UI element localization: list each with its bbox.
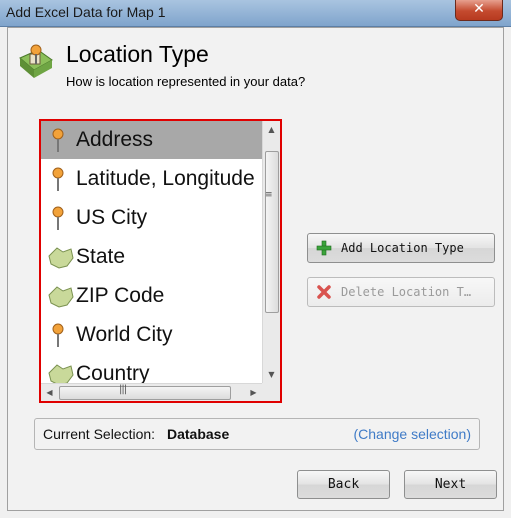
list-item-label: World City [76,323,173,346]
next-button[interactable]: Next [404,470,497,499]
close-icon: ✕ [473,1,485,17]
current-selection-panel: Current Selection: Database (Change sele… [34,418,480,450]
map-icon [19,44,53,78]
pushpin-icon [47,127,75,155]
region-icon [47,283,75,311]
page-subtitle: How is location represented in your data… [66,74,306,89]
horizontal-scrollbar[interactable]: ◀ ||| ▶ [41,383,262,401]
change-selection-link[interactable]: (Change selection) [353,426,471,442]
region-icon [47,361,75,383]
region-icon [47,244,75,272]
plus-icon [316,240,332,256]
list-item-label: US City [76,206,148,229]
list-item[interactable]: Address [41,121,262,159]
list-item[interactable]: State [41,238,262,276]
list-item-label: Address [76,128,154,151]
current-selection-label: Current Selection: [43,426,156,442]
add-location-type-button[interactable]: Add Location Type [307,233,495,263]
list-item-label: Latitude, Longitude [76,167,255,190]
list-item-label: State [76,245,126,268]
dialog-window: Add Excel Data for Map 1 ✕ Location Type… [0,0,511,518]
list-item[interactable]: US City [41,199,262,237]
scroll-down-icon[interactable]: ▼ [263,366,280,383]
vertical-scroll-thumb[interactable] [265,151,279,313]
close-button[interactable]: ✕ [455,0,503,21]
list-item[interactable]: ZIP Code [41,277,262,315]
location-list-viewport: Address Latitude, Longitude US City State ZI… [41,121,262,383]
scroll-left-icon[interactable]: ◀ [41,384,58,401]
title-bar: Add Excel Data for Map 1 ✕ [0,0,511,27]
dialog-client-area: Location Type How is location represente… [7,27,504,511]
window-title: Add Excel Data for Map 1 [6,4,166,20]
list-item[interactable]: World City [41,316,262,354]
delete-location-type-button[interactable]: Delete Location T… [307,277,495,307]
current-selection-value: Database [167,426,230,442]
list-item-label: ZIP Code [76,284,165,307]
scroll-grip-icon: ≡ [265,190,273,200]
delete-x-icon [317,285,331,299]
list-item[interactable]: Country [41,355,262,383]
scroll-corner [262,383,280,401]
scroll-right-icon[interactable]: ▶ [245,384,262,401]
pushpin-icon [47,205,75,233]
horizontal-scroll-thumb[interactable] [59,386,231,400]
back-button[interactable]: Back [297,470,390,499]
list-item[interactable]: Latitude, Longitude [41,160,262,198]
add-location-type-label: Add Location Type [341,241,464,255]
page-title: Location Type [66,41,209,67]
vertical-scrollbar[interactable]: ▲ ≡ ▼ [262,121,280,383]
hscroll-grip-icon: ||| [119,384,127,395]
pushpin-icon [47,166,75,194]
delete-location-type-label: Delete Location T… [341,285,472,299]
location-type-list[interactable]: Address Latitude, Longitude US City State ZI… [39,119,282,403]
list-item-label: Country [76,362,150,383]
scroll-up-icon[interactable]: ▲ [263,121,280,138]
pushpin-icon [47,322,75,350]
